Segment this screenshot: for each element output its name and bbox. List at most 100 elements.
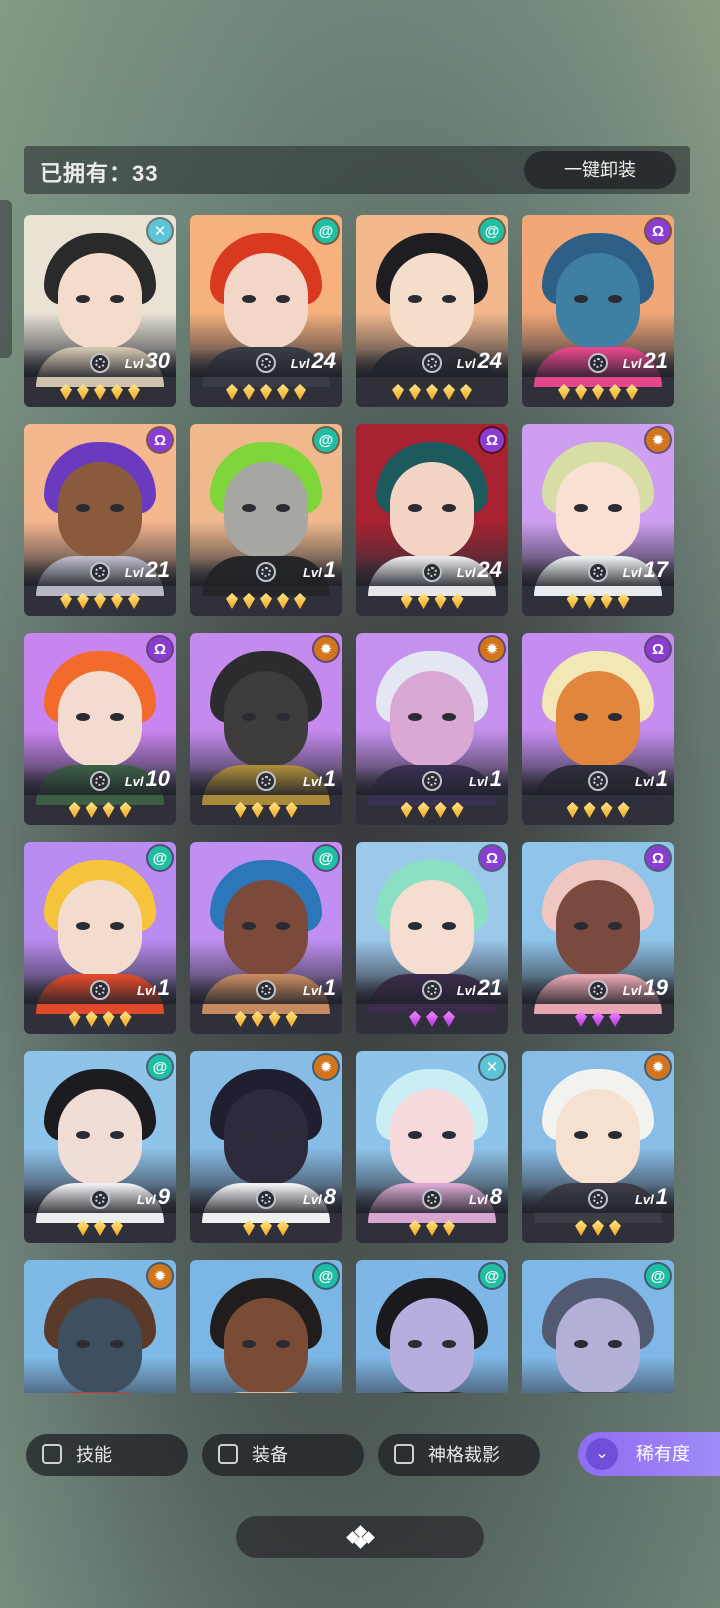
- omega-element-icon: Ω: [148, 428, 172, 452]
- sun-element-icon: ✹: [314, 637, 338, 661]
- checkbox-icon: [218, 1444, 238, 1464]
- sort-label: 稀有度: [636, 1444, 690, 1464]
- character-card[interactable]: Ω Lvl21: [356, 842, 508, 1034]
- diamond-cluster-icon: [346, 1525, 375, 1549]
- gear-slot-icon: [90, 353, 110, 373]
- character-card[interactable]: ✕ Lvl8: [356, 1051, 508, 1243]
- star-icon: [600, 802, 613, 818]
- gear-slot-icon: [588, 353, 608, 373]
- character-card[interactable]: @ Lvl1: [24, 842, 176, 1034]
- character-card[interactable]: ✹: [24, 1260, 176, 1393]
- star-icon: [285, 1011, 298, 1027]
- sun-element-icon: ✹: [148, 1264, 172, 1288]
- collapse-button[interactable]: [236, 1516, 484, 1558]
- star-icon: [111, 1220, 123, 1236]
- star-icon: [243, 384, 255, 400]
- gear-slot-icon: [588, 562, 608, 582]
- character-card[interactable]: @ Lvl24: [356, 215, 508, 407]
- rarity-stars: [356, 377, 508, 407]
- star-icon: [392, 384, 404, 400]
- star-icon: [294, 593, 306, 609]
- star-icon: [94, 384, 106, 400]
- side-drawer-handle[interactable]: [0, 200, 12, 358]
- character-card[interactable]: Ω Lvl1: [522, 633, 674, 825]
- rarity-stars: [522, 586, 674, 616]
- filter-divine-shadow[interactable]: 神格裁影: [378, 1434, 540, 1476]
- sun-element-icon: ✹: [646, 1055, 670, 1079]
- character-card[interactable]: ✹ Lvl8: [190, 1051, 342, 1243]
- character-card[interactable]: @: [190, 1260, 342, 1393]
- gear-slot-icon: [422, 771, 442, 791]
- owned-count: 已拥有：33: [40, 161, 159, 186]
- star-icon: [60, 384, 72, 400]
- gear-slot-icon: [256, 771, 276, 791]
- star-icon: [268, 1011, 281, 1027]
- star-icon: [243, 1220, 255, 1236]
- star-icon: [277, 384, 289, 400]
- level-label: Lvl1: [302, 975, 336, 1000]
- filter-label: 装备: [252, 1445, 288, 1465]
- collection-header: 已拥有：33 一键卸装: [24, 146, 690, 194]
- spiral-element-icon: @: [314, 428, 338, 452]
- character-card[interactable]: @ Lvl9: [24, 1051, 176, 1243]
- character-card[interactable]: @ Lvl1: [190, 424, 342, 616]
- character-card[interactable]: Ω Lvl21: [522, 215, 674, 407]
- character-card[interactable]: ✹ Lvl1: [522, 1051, 674, 1243]
- star-icon: [234, 1011, 247, 1027]
- filter-skill[interactable]: 技能: [26, 1434, 188, 1476]
- level-label: Lvl30: [124, 348, 170, 373]
- star-icon: [260, 384, 272, 400]
- character-card[interactable]: Ω Lvl10: [24, 633, 176, 825]
- rarity-stars: [356, 1213, 508, 1243]
- character-card[interactable]: @: [356, 1260, 508, 1393]
- star-icon: [609, 384, 621, 400]
- level-label: Lvl8: [302, 1184, 336, 1209]
- sun-element-icon: ✹: [314, 1055, 338, 1079]
- star-icon: [434, 593, 447, 609]
- level-label: Lvl9: [136, 1184, 170, 1209]
- star-icon: [558, 384, 570, 400]
- level-label: Lvl21: [124, 557, 170, 582]
- star-icon: [77, 593, 89, 609]
- level-label: Lvl21: [456, 975, 502, 1000]
- star-icon: [111, 593, 123, 609]
- star-icon: [609, 1220, 621, 1236]
- character-card[interactable]: ✹ Lvl1: [190, 633, 342, 825]
- character-card[interactable]: @: [522, 1260, 674, 1393]
- omega-element-icon: Ω: [646, 219, 670, 243]
- star-icon: [592, 384, 604, 400]
- star-icon: [68, 802, 81, 818]
- star-icon: [277, 1220, 289, 1236]
- gear-slot-icon: [90, 771, 110, 791]
- rarity-stars: [24, 586, 176, 616]
- spiral-element-icon: @: [314, 846, 338, 870]
- filter-label: 技能: [76, 1445, 112, 1465]
- cross-element-icon: ✕: [148, 219, 172, 243]
- character-card[interactable]: Ω Lvl21: [24, 424, 176, 616]
- star-icon: [443, 1220, 455, 1236]
- rarity-stars: [24, 795, 176, 825]
- star-icon: [119, 1011, 132, 1027]
- character-card[interactable]: Ω Lvl19: [522, 842, 674, 1034]
- star-icon: [417, 802, 430, 818]
- level-label: Lvl24: [456, 557, 502, 582]
- omega-element-icon: Ω: [646, 846, 670, 870]
- spiral-element-icon: @: [314, 219, 338, 243]
- unequip-all-button[interactable]: 一键卸装: [524, 151, 676, 189]
- star-icon: [60, 593, 72, 609]
- character-card[interactable]: @ Lvl1: [190, 842, 342, 1034]
- sort-rarity-button[interactable]: ⌄ 稀有度: [578, 1432, 720, 1476]
- character-card[interactable]: ✕ Lvl30: [24, 215, 176, 407]
- character-card[interactable]: ✹ Lvl1: [356, 633, 508, 825]
- character-card[interactable]: @ Lvl24: [190, 215, 342, 407]
- gear-slot-icon: [90, 562, 110, 582]
- filter-equipment[interactable]: 装备: [202, 1434, 364, 1476]
- star-icon: [285, 802, 298, 818]
- star-icon: [234, 802, 247, 818]
- character-card[interactable]: Ω Lvl24: [356, 424, 508, 616]
- level-label: Lvl1: [302, 557, 336, 582]
- character-grid: ✕ Lvl30 @ Lvl24 @ Lvl24 Ω Lvl21 Ω Lvl21 @ Lvl1 Ω Lvl2…: [24, 215, 690, 1393]
- character-card[interactable]: ✹ Lvl17: [522, 424, 674, 616]
- star-icon: [77, 384, 89, 400]
- star-icon: [583, 802, 596, 818]
